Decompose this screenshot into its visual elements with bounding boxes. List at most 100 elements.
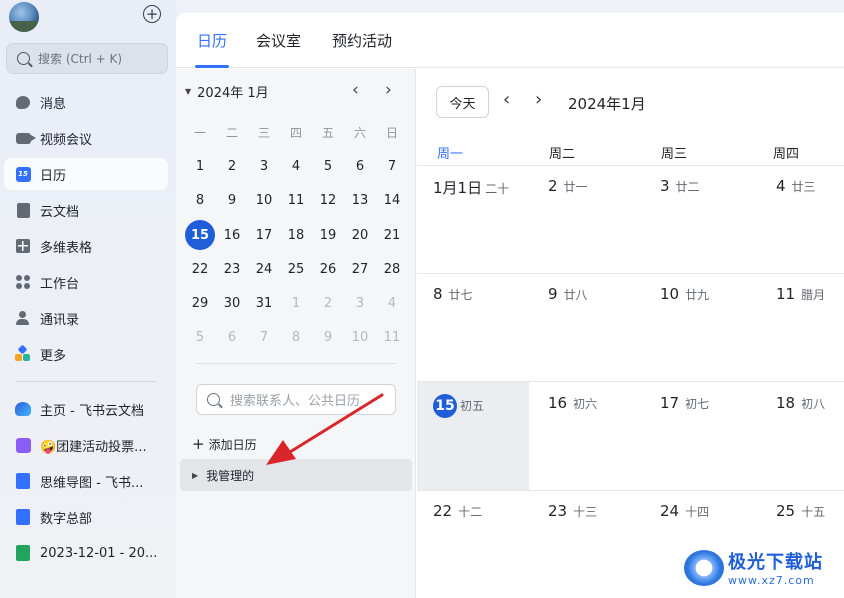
mini-calendar-day[interactable]: 2 [312, 296, 344, 311]
mini-calendar-day[interactable]: 31 [248, 296, 280, 311]
mini-calendar-day[interactable]: 6 [216, 330, 248, 345]
search-icon [17, 52, 30, 65]
week-cell[interactable]: 11 腊月 [776, 285, 825, 303]
mini-calendar-day[interactable]: 5 [184, 330, 216, 345]
week-cell[interactable]: 18 初八 [776, 394, 825, 412]
mini-calendar-day[interactable]: 29 [184, 296, 216, 311]
week-cell[interactable]: 23 十三 [548, 502, 597, 520]
week-cell[interactable]: 1月1日 二十 [433, 177, 509, 198]
week-cell[interactable]: 9 廿八 [548, 285, 588, 303]
sidebar-item-contacts[interactable]: 通讯录 [4, 302, 168, 334]
mini-calendar-day-today[interactable]: 15 [184, 220, 216, 251]
week-cell[interactable]: 25 十五 [776, 502, 825, 520]
mini-calendar-day[interactable]: 8 [184, 193, 216, 208]
chevron-left-icon[interactable]: ‹ [503, 89, 510, 110]
pinned-item-vote-form[interactable]: 🤪团建活动投票... [4, 429, 168, 461]
sidebar-item-docs[interactable]: 云文档 [4, 194, 168, 226]
mini-calendar-day[interactable]: 2 [216, 159, 248, 174]
sidebar-item-base[interactable]: 多维表格 [4, 230, 168, 262]
add-calendar-button[interactable]: + 添加日历 [192, 435, 257, 453]
add-calendar-label: 添加日历 [208, 437, 257, 452]
sidebar-item-label: 日历 [40, 168, 67, 184]
mini-calendar-day[interactable]: 26 [312, 262, 344, 277]
mini-calendar-day[interactable]: 27 [344, 262, 376, 277]
message-icon [15, 94, 31, 110]
week-cell[interactable]: 24 十四 [660, 502, 709, 520]
week-cell[interactable]: 10 廿九 [660, 285, 709, 303]
global-search-input[interactable]: 搜索 (Ctrl + K) [6, 43, 168, 74]
mini-calendar-day[interactable]: 1 [280, 296, 312, 311]
tab-booking-events[interactable]: 预约活动 [332, 30, 392, 51]
mini-calendar-day[interactable]: 24 [248, 262, 280, 277]
sidebar-item-label: 视频会议 [40, 132, 93, 148]
mini-calendar-day[interactable]: 13 [344, 193, 376, 208]
mini-calendar-day[interactable]: 20 [344, 228, 376, 243]
week-cell[interactable]: 4 廿三 [776, 177, 816, 195]
search-placeholder: 搜索 (Ctrl + K) [38, 52, 123, 66]
mini-calendar-day[interactable]: 10 [344, 330, 376, 345]
mini-calendar-day[interactable]: 17 [248, 228, 280, 243]
contact-search-input[interactable]: 搜索联系人、公共日历 [196, 384, 396, 415]
mini-calendar-day[interactable]: 6 [344, 159, 376, 174]
week-cell[interactable]: 22 十二 [433, 502, 482, 520]
mini-calendar-day[interactable]: 9 [312, 330, 344, 345]
week-cell[interactable]: 16 初六 [548, 394, 597, 412]
week-cell-today[interactable]: 15 初五 [433, 394, 484, 418]
tab-calendar[interactable]: 日历 [197, 30, 227, 51]
mini-calendar-day[interactable]: 8 [280, 330, 312, 345]
mini-calendar-day[interactable]: 28 [376, 262, 408, 277]
chevron-left-icon[interactable]: ‹ [352, 80, 359, 100]
mini-calendar-day[interactable]: 18 [280, 228, 312, 243]
week-cell-lunar: 廿三 [791, 180, 816, 194]
sidebar-item-calendar[interactable]: 15 日历 [4, 158, 168, 190]
week-cell[interactable]: 3 廿二 [660, 177, 700, 195]
mini-calendar-day[interactable]: 14 [376, 193, 408, 208]
watermark-url: www.xz7.com [728, 574, 815, 587]
weekday-label: 二 [225, 125, 238, 140]
weekday-label: 三 [257, 125, 270, 140]
pinned-item-mindmap[interactable]: 思维导图 - 飞书... [4, 465, 168, 497]
sidebar-item-video[interactable]: 视频会议 [4, 122, 168, 154]
mini-calendar-day[interactable]: 11 [280, 193, 312, 208]
mini-calendar-day[interactable]: 22 [184, 262, 216, 277]
form-icon [15, 437, 31, 453]
user-avatar[interactable] [9, 2, 39, 32]
mini-calendar-day[interactable]: 3 [248, 159, 280, 174]
mini-calendar-month-toggle[interactable]: ▼ 2024年 1月 [185, 82, 269, 101]
mini-calendar-day[interactable]: 1 [184, 159, 216, 174]
mini-calendar-day[interactable]: 23 [216, 262, 248, 277]
managed-calendars-group[interactable]: ▶ 我管理的 [180, 459, 412, 491]
pinned-item-sheet[interactable]: 2023-12-01 - 20... [4, 537, 168, 569]
chevron-right-icon[interactable]: › [385, 80, 392, 100]
create-plus-icon[interactable]: + [143, 5, 161, 23]
tab-meeting-rooms[interactable]: 会议室 [256, 30, 301, 51]
mini-calendar-day[interactable]: 3 [344, 296, 376, 311]
week-cell[interactable]: 17 初七 [660, 394, 709, 412]
mini-calendar-day[interactable]: 11 [376, 330, 408, 345]
mini-calendar-day[interactable]: 4 [376, 296, 408, 311]
mini-calendar-day[interactable]: 7 [248, 330, 280, 345]
mini-calendar-day[interactable]: 25 [280, 262, 312, 277]
sidebar-item-more[interactable]: 更多 [4, 338, 168, 370]
week-cell[interactable]: 8 廿七 [433, 285, 473, 303]
today-button[interactable]: 今天 [436, 86, 489, 118]
week-cell-date: 4 [776, 177, 786, 195]
mini-calendar-day[interactable]: 21 [376, 228, 408, 243]
mini-calendar-day[interactable]: 4 [280, 159, 312, 174]
mini-calendar-day[interactable]: 5 [312, 159, 344, 174]
mini-calendar-day[interactable]: 9 [216, 193, 248, 208]
mini-calendar-day[interactable]: 7 [376, 159, 408, 174]
week-cell[interactable]: 2 廿一 [548, 177, 588, 195]
week-view-title: 2024年1月 [568, 95, 646, 113]
sidebar-item-messages[interactable]: 消息 [4, 86, 168, 118]
mini-calendar-day[interactable]: 12 [312, 193, 344, 208]
chevron-right-icon[interactable]: › [535, 89, 542, 110]
mini-calendar-day[interactable]: 16 [216, 228, 248, 243]
pinned-item-wiki[interactable]: 主页 - 飞书云文档 [4, 393, 168, 425]
sidebar-item-workplace[interactable]: 工作台 [4, 266, 168, 298]
mini-calendar-day[interactable]: 19 [312, 228, 344, 243]
mini-calendar-day[interactable]: 10 [248, 193, 280, 208]
mini-calendar-day[interactable]: 30 [216, 296, 248, 311]
pinned-item-digital-hq[interactable]: 数字总部 [4, 501, 168, 533]
week-cell-date: 1月1日 [433, 179, 483, 197]
